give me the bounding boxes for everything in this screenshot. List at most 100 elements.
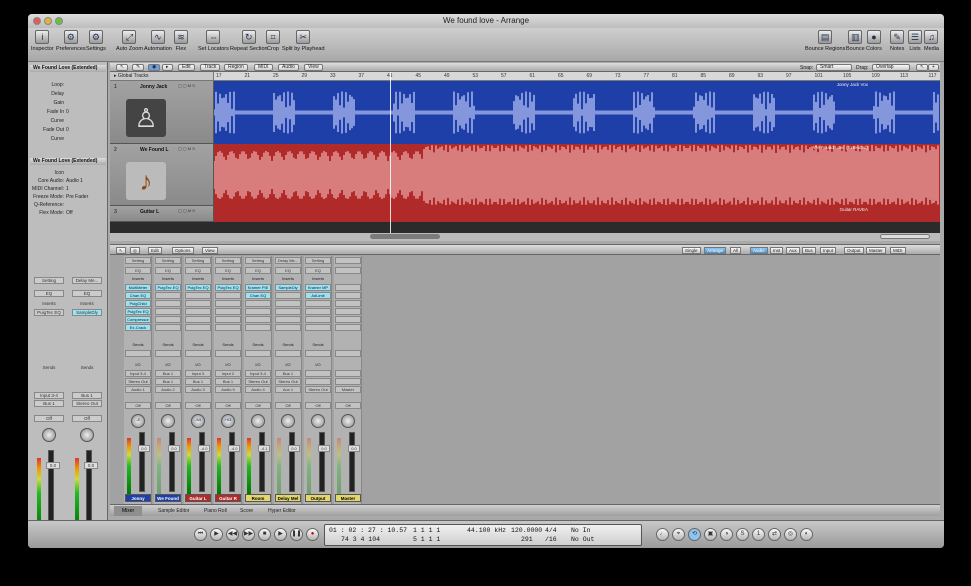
setting-button[interactable]: Delay Me... bbox=[275, 257, 301, 264]
volume-fader[interactable] bbox=[139, 432, 145, 492]
input-slot[interactable] bbox=[305, 370, 331, 377]
stop-icon[interactable]: ■ bbox=[258, 528, 271, 541]
arrange-menu-region[interactable]: Region bbox=[224, 64, 248, 71]
empty-insert-slot[interactable] bbox=[155, 308, 181, 315]
channel-name[interactable]: Jonny Jack bbox=[125, 494, 151, 509]
pan-knob[interactable] bbox=[341, 414, 355, 428]
empty-insert-slot[interactable] bbox=[335, 300, 361, 307]
send-slot[interactable] bbox=[245, 350, 271, 357]
tab-hyper-editor[interactable]: Hyper Editor bbox=[260, 506, 304, 516]
pan-knob[interactable] bbox=[251, 414, 265, 428]
empty-insert-slot[interactable] bbox=[335, 324, 361, 331]
automation-mode[interactable]: Off bbox=[305, 402, 331, 409]
insert-slot[interactable]: SampleDly bbox=[275, 284, 301, 291]
automation-mode[interactable]: Off bbox=[185, 402, 211, 409]
insert-slot[interactable]: SampleDly bbox=[72, 309, 102, 316]
track-param-row[interactable]: Core Audio: Audio 1 bbox=[32, 178, 102, 184]
track-params-header[interactable]: We Found Love (Extended) bbox=[30, 158, 106, 165]
empty-insert-slot[interactable] bbox=[275, 300, 301, 307]
cycle-icon[interactable]: ⟲ bbox=[688, 528, 701, 541]
input-slot[interactable] bbox=[335, 370, 361, 377]
arrange-menu-track[interactable]: Track bbox=[200, 64, 221, 71]
close-button[interactable] bbox=[33, 17, 41, 25]
toolbar-colors-button[interactable]: ● Colors bbox=[866, 30, 882, 52]
input-slot[interactable]: Input 3-4 bbox=[245, 370, 271, 377]
region-param-row[interactable]: Gain bbox=[32, 100, 102, 106]
setting-button[interactable]: Setting bbox=[155, 257, 181, 264]
toolbar-bounce-regions-button[interactable]: ▤ Bounce Regions bbox=[805, 30, 845, 52]
empty-insert-slot[interactable] bbox=[245, 300, 271, 307]
bar-ruler[interactable]: 1721252933374145495357616569737781858993… bbox=[214, 72, 940, 81]
volume-fader[interactable] bbox=[349, 432, 355, 492]
toolbar-set-locators-button[interactable]: ⇔ Set Locators bbox=[198, 30, 229, 52]
pan-knob[interactable] bbox=[161, 414, 175, 428]
eq-display[interactable]: EQ bbox=[215, 267, 241, 274]
empty-insert-slot[interactable] bbox=[155, 300, 181, 307]
send-slot[interactable] bbox=[215, 350, 241, 357]
eq-display[interactable]: EQ bbox=[245, 267, 271, 274]
play-from-start-icon[interactable]: ▶ bbox=[210, 528, 223, 541]
channel-type[interactable]: Audio 2 bbox=[155, 386, 181, 393]
tuner-icon[interactable]: ⌖ bbox=[672, 528, 685, 541]
automation-mode[interactable]: Off bbox=[335, 402, 361, 409]
snap-select[interactable]: Smart bbox=[816, 64, 852, 71]
automation-mode[interactable]: Off bbox=[72, 415, 102, 422]
channel-name[interactable]: Output bbox=[305, 494, 331, 502]
setting-button[interactable] bbox=[335, 257, 361, 264]
rewind-start-icon[interactable]: ⏮ bbox=[194, 528, 207, 541]
insert-slot[interactable]: PuigTec EQ bbox=[155, 284, 181, 291]
empty-insert-slot[interactable] bbox=[185, 308, 211, 315]
master-volume-icon[interactable]: ◐ bbox=[800, 528, 813, 541]
empty-insert-slot[interactable] bbox=[275, 292, 301, 299]
region-param-row[interactable]: Delay bbox=[32, 91, 102, 97]
insert-slot[interactable]: Compressor bbox=[125, 316, 151, 323]
output-slot[interactable]: Stereo Out bbox=[72, 400, 102, 407]
empty-insert-slot[interactable] bbox=[245, 324, 271, 331]
toolbar-automation-button[interactable]: ∿ Automation bbox=[144, 30, 172, 52]
input-slot[interactable]: Bus 1 bbox=[275, 370, 301, 377]
empty-insert-slot[interactable] bbox=[215, 324, 241, 331]
toolbar-bounce-button[interactable]: ▥ Bounce bbox=[846, 30, 865, 52]
output-slot[interactable]: Stereo Out bbox=[125, 378, 151, 385]
insert-slot[interactable]: Chan EQ bbox=[245, 292, 271, 299]
setting-button[interactable]: Setting bbox=[125, 257, 151, 264]
playhead[interactable] bbox=[390, 72, 391, 241]
toolbar-notes-button[interactable]: ✎ Notes bbox=[890, 30, 904, 52]
mixer-filter-midi[interactable]: MIDI bbox=[890, 247, 906, 254]
empty-insert-slot[interactable] bbox=[185, 292, 211, 299]
eq-display[interactable] bbox=[335, 267, 361, 274]
input-slot[interactable]: Input 3-4 bbox=[125, 370, 151, 377]
channel-type[interactable]: Audio 9 bbox=[215, 386, 241, 393]
pan-knob[interactable] bbox=[311, 414, 325, 428]
pointer-tool-icon[interactable]: ↖ bbox=[116, 64, 129, 71]
input-slot[interactable]: Bus 1 bbox=[72, 392, 102, 399]
volume-fader[interactable] bbox=[229, 432, 235, 492]
rewind-icon[interactable]: ◀◀ bbox=[226, 528, 239, 541]
mixer-view-all[interactable]: All bbox=[730, 247, 742, 254]
send-slot[interactable] bbox=[275, 350, 301, 357]
send-slot[interactable] bbox=[305, 350, 331, 357]
insert-slot[interactable]: Chan EQ bbox=[125, 292, 151, 299]
arrange-pointer-icon[interactable]: ↖ bbox=[916, 64, 929, 71]
region-param-row[interactable]: Fade Out 0 bbox=[32, 127, 102, 133]
eq-display[interactable]: EQ bbox=[305, 267, 331, 274]
mixer-view-single[interactable]: Single bbox=[682, 247, 701, 254]
insert-slot[interactable]: MultiMeter bbox=[125, 284, 151, 291]
mixer-filter-bus[interactable]: Bus bbox=[802, 247, 816, 254]
insert-slot[interactable]: PuigTec EQ bbox=[215, 284, 241, 291]
mixer-menu-edit[interactable]: Edit bbox=[148, 247, 162, 254]
automation-mode[interactable]: Off bbox=[125, 402, 151, 409]
arrange-menu-edit[interactable]: Edit bbox=[178, 64, 195, 71]
setting-button[interactable]: Setting bbox=[305, 257, 331, 264]
automation-mode[interactable]: Off bbox=[275, 402, 301, 409]
setting-button[interactable]: Setting bbox=[185, 257, 211, 264]
mixer-filter-audio[interactable]: Audio bbox=[750, 247, 768, 254]
eq-display[interactable]: EQ bbox=[34, 290, 64, 297]
minimize-button[interactable] bbox=[44, 17, 52, 25]
count-in-icon[interactable]: 1 bbox=[752, 528, 765, 541]
send-slot[interactable] bbox=[335, 350, 361, 357]
mixer-filter-master[interactable]: Master bbox=[866, 247, 886, 254]
volume-fader[interactable] bbox=[169, 432, 175, 492]
channel-type[interactable]: Aux 1 bbox=[275, 386, 301, 393]
input-slot[interactable]: Input 3 bbox=[185, 370, 211, 377]
